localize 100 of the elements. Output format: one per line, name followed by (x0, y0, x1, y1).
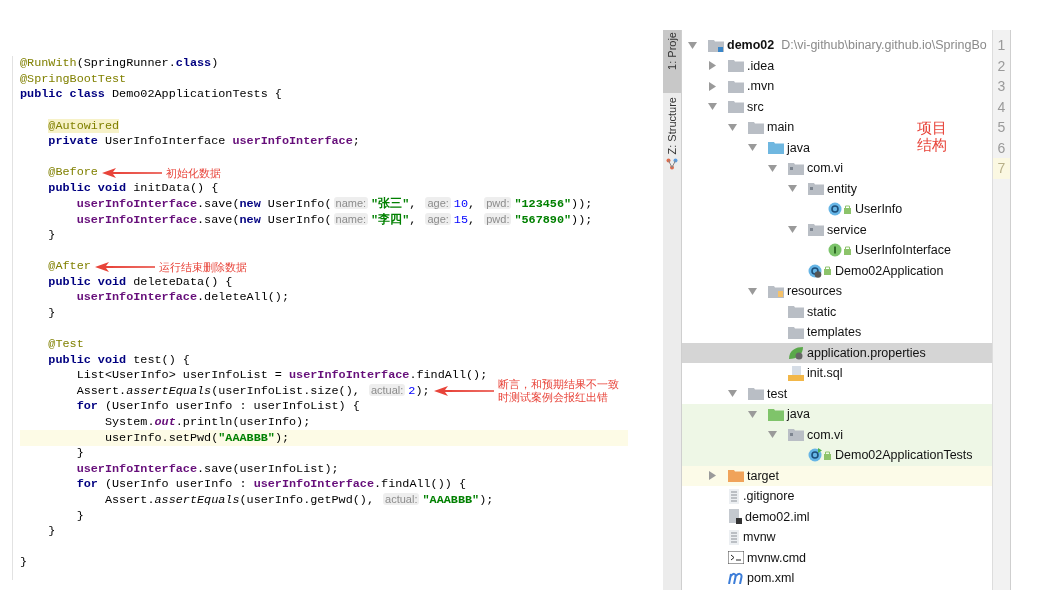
expanded-arrow-icon[interactable] (748, 143, 757, 153)
tree-item[interactable]: .mvn (682, 76, 779, 97)
tree-item[interactable]: .gitignore (682, 486, 799, 507)
code-line: userInfoInterface.deleteAll(); (75, 290, 289, 306)
code-line: userInfoInterface.save(new UserInfo( name: "李四", age: 15, pwd: "567890")); (75, 211, 593, 228)
annotation-note: 初始化数据 (165, 166, 222, 180)
annotation-note: 运行结束删除数据 (158, 260, 248, 273)
expanded-arrow-icon[interactable] (768, 163, 777, 173)
code-line: } (75, 508, 84, 524)
folder-icon (768, 407, 784, 421)
tree-item[interactable]: pom.xml (682, 568, 799, 589)
code-line: Assert.assertEquals(userInfoList.size(), actual: 2); (75, 383, 430, 400)
code-line: userInfoInterface.save(userInfoList); (75, 461, 339, 477)
code-line: @SpringBootTest (20, 71, 127, 87)
tree-item[interactable]: static (682, 301, 841, 322)
tool-window-tab[interactable]: Z: Structure (663, 93, 681, 177)
folder-icon (708, 38, 724, 52)
tree-item[interactable]: Demo02Application (682, 260, 948, 281)
code-line: System.out.println(userInfo); (103, 414, 311, 430)
expanded-arrow-icon[interactable] (788, 225, 797, 235)
code-line: } (75, 446, 84, 462)
code-line: userInfoInterface.save(new UserInfo( name: "张三", age: 10, pwd: "123456")); (75, 196, 593, 213)
code-line: public void deleteData() { (47, 274, 233, 290)
folder-icon (768, 141, 784, 155)
annotation-note: 断言，和预期结果不一致时测试案例会报红出错 (497, 378, 620, 405)
collapsed-arrow-icon[interactable] (708, 471, 717, 481)
folder-icon (768, 284, 784, 298)
tree-item[interactable]: templates (682, 322, 866, 343)
expanded-arrow-icon[interactable] (728, 122, 737, 132)
maven-icon (728, 572, 744, 585)
expanded-arrow-icon[interactable] (788, 184, 797, 194)
line-number: 4 (996, 97, 1007, 117)
class-icon (808, 263, 822, 278)
tree-item[interactable]: init.sql (682, 363, 847, 384)
folder-icon (748, 387, 764, 401)
code-line: } (47, 305, 56, 321)
tree-item[interactable]: mvnw.cmd (682, 547, 811, 568)
tree-item[interactable]: com.vi (682, 424, 992, 445)
expanded-arrow-icon[interactable] (688, 40, 697, 50)
tree-item[interactable]: Demo02ApplicationTests (682, 445, 992, 466)
arrow-icon (101, 167, 162, 178)
folder-icon (728, 100, 744, 114)
tree-item[interactable]: mvnw (682, 527, 780, 548)
text-file-icon (728, 529, 740, 545)
line-number: 3 (996, 77, 1007, 96)
structure-icon (666, 158, 678, 171)
arrow-icon (94, 261, 155, 272)
tree-item[interactable]: main (682, 117, 799, 138)
tree-item[interactable]: demo02 D:\vi-github\binary.github.io\SpringBo (682, 35, 991, 56)
code-line: @RunWith(SpringRunner.class) (20, 56, 219, 72)
code-line: public void test() { (47, 352, 190, 368)
line-number: 2 (996, 56, 1007, 76)
code-line: } (47, 227, 56, 243)
project-path: D:\vi-github\binary.github.io\SpringBo (781, 38, 987, 53)
tree-item[interactable]: target (682, 465, 992, 486)
expanded-arrow-icon[interactable] (768, 430, 777, 440)
expanded-arrow-icon[interactable] (748, 286, 757, 296)
access-icon (824, 450, 832, 460)
annotation-note: 项目结构 (917, 120, 947, 155)
arrow-icon (433, 386, 494, 397)
tree-item[interactable]: test (682, 383, 792, 404)
code-line: private UserInfoInterface userInfoInterface; (47, 134, 360, 150)
tree-item[interactable]: resources (682, 281, 846, 302)
tree-item[interactable]: .idea (682, 55, 779, 76)
tree-item[interactable]: demo02.iml (682, 506, 814, 527)
expanded-arrow-icon[interactable] (748, 409, 757, 419)
cmd-file-icon (728, 551, 744, 565)
folder-icon (788, 428, 804, 442)
class-icon (808, 448, 822, 463)
text-file-icon (728, 488, 740, 504)
tree-item[interactable]: UserInfo (682, 199, 907, 220)
expanded-arrow-icon[interactable] (728, 389, 737, 399)
tree-item[interactable]: UserInfoInterface (682, 240, 955, 261)
tree-item[interactable]: application.properties (682, 342, 992, 363)
tree-item[interactable]: src (682, 96, 768, 117)
code-line: Assert.assertEquals(userInfo.getPwd(), actual: "AAABBB"); (103, 492, 494, 509)
code-line: } (47, 524, 56, 540)
code-line: @Test (47, 337, 84, 352)
folder-icon (788, 305, 804, 319)
folder-icon (808, 223, 824, 237)
code-line: for (UserInfo userInfo : userInfoList) { (75, 399, 360, 415)
leaf-icon (788, 345, 804, 360)
expanded-arrow-icon[interactable] (708, 102, 717, 112)
tree-item[interactable]: java (682, 404, 992, 425)
folder-icon (808, 182, 824, 196)
class-icon (828, 202, 842, 217)
tree-item[interactable]: service (682, 219, 871, 240)
tool-window-tab[interactable]: 1: Proje (663, 30, 681, 93)
tree-item[interactable]: com.vi (682, 158, 848, 179)
tree-item[interactable]: java (682, 137, 814, 158)
folder-icon (728, 79, 744, 93)
folder-icon (728, 469, 744, 483)
code-line: @Before (47, 165, 98, 181)
interface-icon (828, 243, 842, 258)
line-number: 7 (993, 158, 1010, 179)
tree-item[interactable]: entity (682, 178, 861, 199)
folder-icon (728, 59, 744, 73)
access-icon (844, 204, 852, 214)
code-line: public class Demo02ApplicationTests { (20, 87, 282, 103)
sql-file-icon (788, 365, 804, 381)
